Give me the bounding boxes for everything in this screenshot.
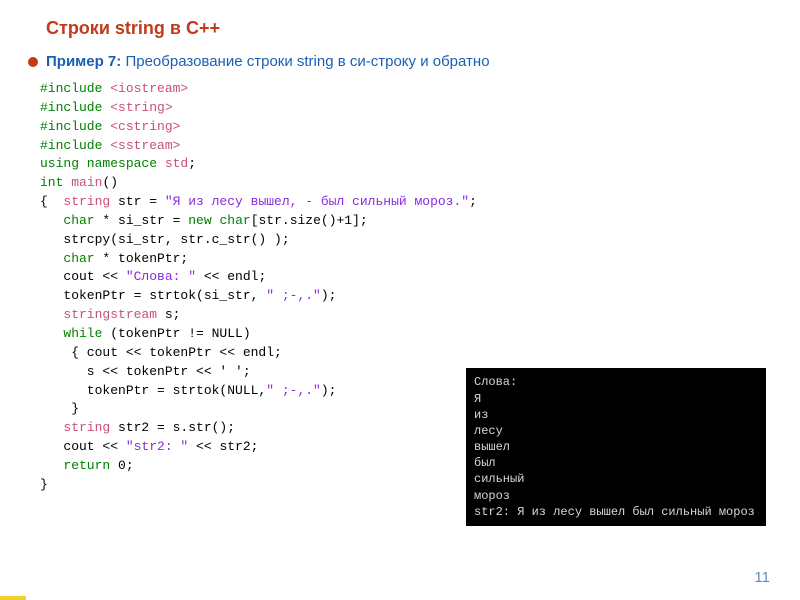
code-token: main (71, 175, 102, 190)
page-number: 11 (754, 569, 770, 586)
code-token (40, 213, 63, 228)
code-token: { (40, 194, 63, 209)
example-text: Преобразование строки string в си-строку… (121, 53, 489, 70)
code-token: () (102, 175, 118, 190)
code-token: str2 = s.str(); (118, 420, 235, 435)
code-token: ; (469, 194, 477, 209)
code-token: (tokenPtr != NULL) (110, 326, 250, 341)
code-token (40, 251, 63, 266)
slide: Строки string в С++ Пример 7: Преобразов… (0, 0, 800, 600)
code-token: s << tokenPtr << ' '; (40, 364, 251, 379)
code-token: #include (40, 138, 110, 153)
code-token (40, 420, 63, 435)
code-token: #include (40, 119, 110, 134)
code-token (40, 458, 63, 473)
code-token: std (165, 156, 188, 171)
code-token: [str.size()+1]; (251, 213, 368, 228)
code-token: <cstring> (110, 119, 180, 134)
code-token: string (63, 194, 118, 209)
code-token: <sstream> (110, 138, 180, 153)
code-token: <iostream> (110, 81, 188, 96)
code-token: new (188, 213, 219, 228)
code-token: tokenPtr = strtok(NULL, (40, 383, 266, 398)
subtitle-row: Пример 7: Преобразование строки string в… (28, 53, 772, 70)
code-token: strcpy(si_str, str.c_str() ); (40, 232, 290, 247)
subtitle: Пример 7: Преобразование строки string в… (46, 53, 490, 70)
code-token: char (63, 213, 102, 228)
code-token: char (219, 213, 250, 228)
code-token: "Слова: " (126, 269, 196, 284)
code-token: stringstream (63, 307, 164, 322)
example-label: Пример 7: (46, 53, 121, 70)
code-token: char (63, 251, 102, 266)
code-token: " ;-,." (266, 288, 321, 303)
code-token: << str2; (188, 439, 258, 454)
code-token: #include (40, 81, 110, 96)
code-token: { cout << tokenPtr << endl; (40, 345, 282, 360)
code-token: str = (118, 194, 165, 209)
code-token: s; (165, 307, 181, 322)
code-token: 0; (118, 458, 134, 473)
code-token: string (63, 420, 118, 435)
bullet-icon (28, 57, 38, 67)
code-token: using namespace (40, 156, 165, 171)
code-token: * tokenPtr; (102, 251, 188, 266)
slide-title: Строки string в С++ (46, 18, 772, 39)
code-token: #include (40, 100, 110, 115)
code-token: << endl; (196, 269, 266, 284)
code-token: ); (321, 288, 337, 303)
code-token: int (40, 175, 71, 190)
code-token (40, 326, 63, 341)
code-token: cout << (40, 269, 126, 284)
code-token: ); (321, 383, 337, 398)
code-token: } (40, 477, 48, 492)
code-token: cout << (40, 439, 126, 454)
code-token: } (40, 401, 79, 416)
console-output: Слова: Я из лесу вышел был сильный мороз… (466, 368, 766, 526)
code-token: * si_str = (102, 213, 188, 228)
code-token (40, 307, 63, 322)
code-token: " ;-,." (266, 383, 321, 398)
code-token: <string> (110, 100, 172, 115)
decorative-bar (0, 596, 26, 600)
code-token: while (63, 326, 110, 341)
code-token: tokenPtr = strtok(si_str, (40, 288, 266, 303)
code-token: "str2: " (126, 439, 188, 454)
code-token: "Я из лесу вышел, - был сильный мороз." (165, 194, 469, 209)
code-token: ; (188, 156, 196, 171)
code-token: return (63, 458, 118, 473)
